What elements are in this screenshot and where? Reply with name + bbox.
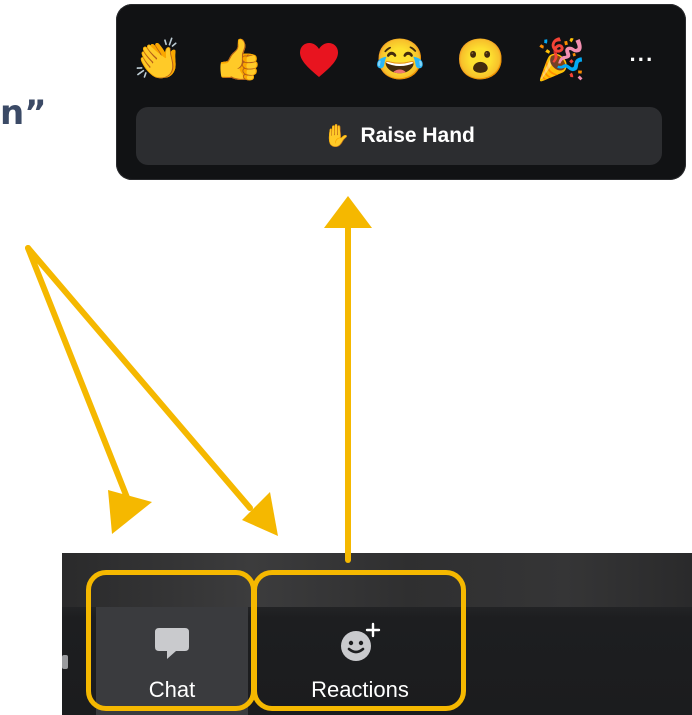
heart-reaction-button[interactable] bbox=[291, 32, 347, 88]
party-popper-reaction-button[interactable]: 🎉 bbox=[533, 32, 589, 88]
annotated-screenshot: n” 👏 👍 😂 😮 🎉 ··· ✋ Raise Hand Chat React… bbox=[0, 0, 692, 715]
red-heart-icon bbox=[300, 43, 339, 77]
arrow-to-reactions-popup bbox=[324, 196, 372, 563]
emoji-row: 👏 👍 😂 😮 🎉 ··· bbox=[130, 30, 670, 90]
thumbs-up-reaction-button[interactable]: 👍 bbox=[211, 32, 267, 88]
raised-hand-icon: ✋ bbox=[323, 123, 351, 148]
clapping-hands-reaction-button[interactable]: 👏 bbox=[130, 32, 186, 88]
more-reactions-button[interactable]: ··· bbox=[614, 32, 670, 88]
chat-highlight-box bbox=[86, 570, 256, 711]
reactions-popup: 👏 👍 😂 😮 🎉 ··· ✋ Raise Hand bbox=[116, 4, 686, 180]
cropped-toolbar-item bbox=[62, 655, 68, 669]
heading-fragment: n” bbox=[0, 93, 47, 133]
arrow-to-chat bbox=[25, 245, 152, 534]
raise-hand-button[interactable]: ✋ Raise Hand bbox=[136, 107, 662, 165]
raise-hand-label: Raise Hand bbox=[360, 124, 475, 147]
arrow-to-reactions bbox=[25, 245, 278, 536]
open-mouth-reaction-button[interactable]: 😮 bbox=[453, 32, 509, 88]
reactions-highlight-box bbox=[252, 570, 466, 711]
tears-of-joy-reaction-button[interactable]: 😂 bbox=[372, 32, 428, 88]
